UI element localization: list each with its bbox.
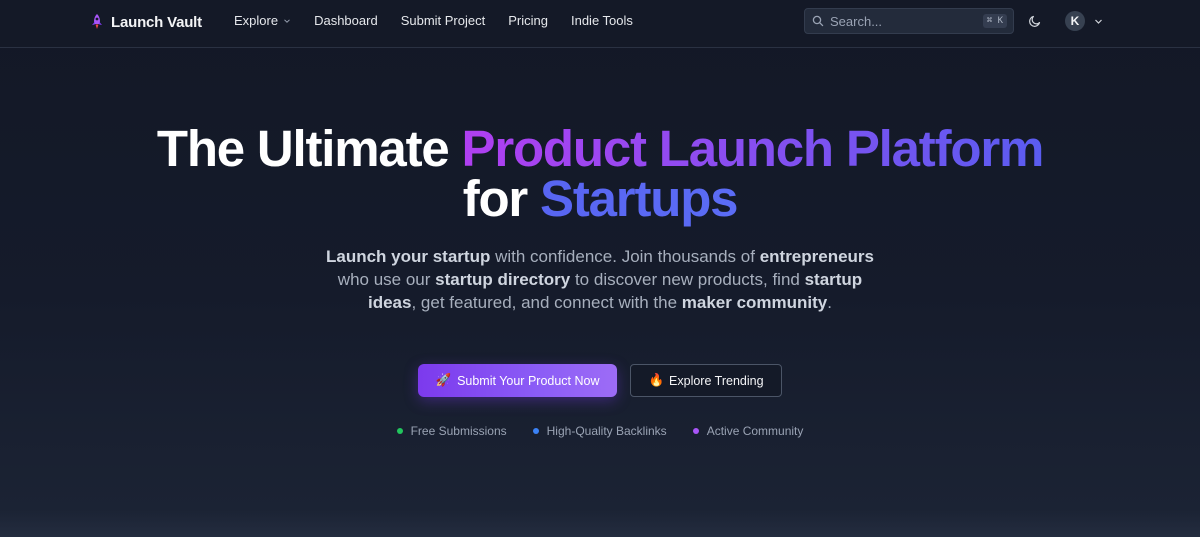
subtitle-text: , get featured, and connect with the [411,293,682,312]
feature-item: Active Community [692,424,804,438]
rocket-icon: 🚀 [435,373,452,387]
top-navbar: Launch Vault Explore Dashboard Submit Pr… [0,0,1200,48]
subtitle-keyword: maker community [681,293,828,312]
explore-trending-button[interactable]: 🔥 Explore Trending [630,364,782,397]
search-icon [812,15,824,27]
section-divider [0,510,1200,537]
submit-product-button[interactable]: 🚀 Submit Your Product Now [418,364,617,397]
nav-dashboard[interactable]: Dashboard [314,13,378,28]
user-avatar[interactable]: K [1065,11,1085,31]
chevron-down-icon [284,18,290,23]
feature-label: Active Community [706,424,804,438]
hero-title-highlight-2: Startups [540,170,738,227]
feature-item: Free Submissions [396,424,507,438]
feature-item: High-Quality Backlinks [532,424,667,438]
bullet-dot-icon [692,428,699,434]
search-placeholder: Search... [830,13,883,29]
hero-title-part2: for [462,170,541,227]
search-input[interactable]: Search... ⌘ K [804,8,1014,34]
main-nav: Explore Dashboard Submit Project Pricing… [234,13,633,28]
feature-highlights: Free Submissions High-Quality Backlinks Ac… [0,424,1200,438]
hero-subtitle: Launch your startup with confidence. Joi… [320,245,880,314]
fire-icon: 🔥 [648,373,665,387]
brand-name: Launch Vault [111,13,202,31]
subtitle-keyword: startup directory [435,270,571,289]
subtitle-keyword: entrepreneurs [759,247,875,266]
subtitle-text: to discover new products, find [570,270,805,289]
nav-submit-project[interactable]: Submit Project [401,13,486,28]
bullet-dot-icon [532,428,539,434]
subtitle-text: who use our [337,270,436,289]
nav-explore[interactable]: Explore [234,13,291,28]
subtitle-keyword: Launch your startup [325,247,491,266]
submit-product-label: Submit Your Product Now [457,373,600,388]
hero-title-highlight: Product Launch Platform [461,120,1045,177]
nav-explore-label: Explore [234,13,279,28]
chevron-down-icon[interactable] [1094,17,1103,26]
rocket-logo-icon [92,14,102,29]
feature-label: Free Submissions [410,424,507,438]
feature-label: High-Quality Backlinks [546,424,667,438]
hero-title: The Ultimate Product Launch Platform for… [0,123,1200,227]
hero-title-part1: The Ultimate [156,120,462,177]
bullet-dot-icon [396,428,403,434]
subtitle-text: with confidence. Join thousands of [490,247,760,266]
subtitle-text: . [827,293,832,312]
brand-logo-link[interactable]: Launch Vault [89,11,202,33]
nav-pricing[interactable]: Pricing [508,13,548,28]
explore-trending-label: Explore Trending [669,373,764,388]
moon-icon[interactable] [1028,14,1042,28]
search-shortcut-badge: ⌘ K [982,14,1007,28]
nav-indie-tools[interactable]: Indie Tools [571,13,633,28]
